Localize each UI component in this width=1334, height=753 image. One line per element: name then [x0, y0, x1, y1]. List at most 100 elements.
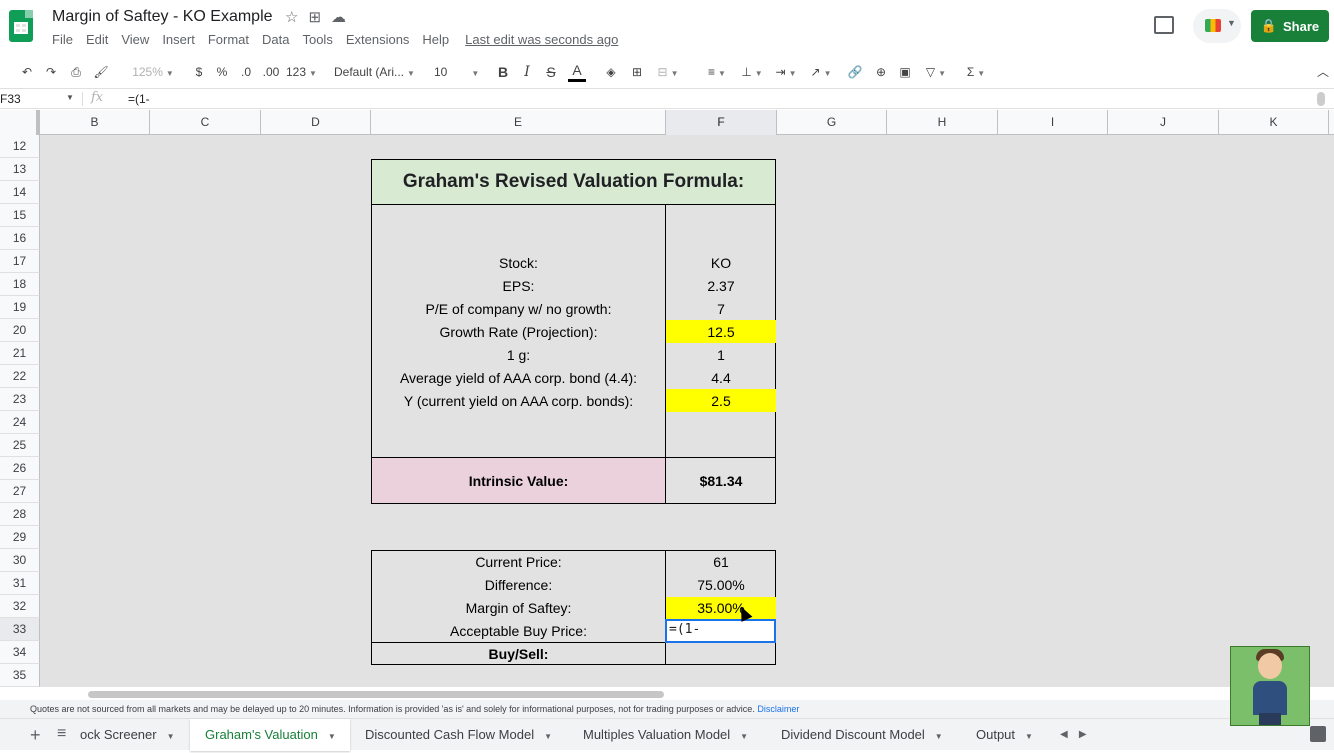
column-header-g[interactable]: G: [777, 110, 887, 135]
document-title[interactable]: Margin of Saftey - KO Example: [52, 8, 273, 26]
zoom-select[interactable]: 125% ▼: [128, 58, 178, 86]
move-folder-icon[interactable]: ⊞: [308, 8, 321, 26]
undo-icon[interactable]: ↶: [18, 58, 36, 86]
menu-view[interactable]: View: [121, 32, 149, 47]
menu-extensions[interactable]: Extensions: [346, 32, 410, 47]
filter-icon[interactable]: ▽ ▼: [920, 58, 952, 86]
input-label[interactable]: P/E of company w/ no growth:: [371, 301, 666, 317]
valuation-title[interactable]: Graham's Revised Valuation Formula:: [371, 159, 776, 205]
row-header[interactable]: 24: [0, 411, 40, 434]
explore-feedback-icon[interactable]: [1310, 726, 1326, 742]
margin-value[interactable]: 61: [666, 554, 776, 570]
star-icon[interactable]: ☆: [285, 8, 298, 26]
row-header[interactable]: 35: [0, 664, 40, 687]
input-label[interactable]: Y (current yield on AAA corp. bonds):: [371, 393, 666, 409]
row-header[interactable]: 33: [0, 618, 40, 641]
margin-label[interactable]: Acceptable Buy Price:: [371, 623, 666, 639]
menu-format[interactable]: Format: [208, 32, 249, 47]
margin-label[interactable]: Margin of Saftey:: [371, 600, 666, 616]
intrinsic-value[interactable]: $81.34: [666, 473, 776, 489]
print-icon[interactable]: ⎙: [67, 58, 85, 86]
text-rotation-icon[interactable]: ↗ ▼: [806, 58, 836, 86]
menu-edit[interactable]: Edit: [86, 32, 108, 47]
row-header[interactable]: 29: [0, 526, 40, 549]
column-header-d[interactable]: D: [261, 110, 371, 135]
column-header-h[interactable]: H: [887, 110, 998, 135]
input-value[interactable]: 1: [666, 347, 776, 363]
more-formats-button[interactable]: 123 ▼: [286, 58, 317, 86]
row-header[interactable]: 16: [0, 227, 40, 250]
horizontal-scrollbar[interactable]: [88, 691, 664, 698]
collapse-toolbar-icon[interactable]: ︿: [1316, 58, 1330, 86]
insert-comment-icon[interactable]: ⊕: [872, 58, 890, 86]
chevron-down-icon[interactable]: ▼: [66, 93, 74, 102]
margin-label[interactable]: Buy/Sell:: [371, 646, 666, 662]
row-header[interactable]: 12: [0, 135, 40, 158]
cloud-status-icon[interactable]: ☁: [331, 8, 346, 26]
redo-icon[interactable]: ↷: [42, 58, 60, 86]
row-header[interactable]: 22: [0, 365, 40, 388]
borders-icon[interactable]: ⊞: [628, 58, 646, 86]
sheets-logo-icon[interactable]: [9, 10, 33, 42]
formula-scrollbar[interactable]: [1317, 92, 1325, 106]
row-header[interactable]: 20: [0, 319, 40, 342]
name-box[interactable]: F33: [0, 92, 21, 106]
column-header-i[interactable]: I: [998, 110, 1108, 135]
row-header[interactable]: 28: [0, 503, 40, 526]
row-header[interactable]: 14: [0, 181, 40, 204]
disclaimer-link[interactable]: Disclaimer: [757, 704, 799, 714]
menu-insert[interactable]: Insert: [162, 32, 195, 47]
menu-tools[interactable]: Tools: [302, 32, 332, 47]
menu-help[interactable]: Help: [422, 32, 449, 47]
select-all-corner[interactable]: [0, 110, 40, 135]
input-value[interactable]: 12.5: [666, 324, 776, 340]
row-header[interactable]: 21: [0, 342, 40, 365]
tab-dividend-discount[interactable]: Dividend Discount Model ▼: [781, 719, 951, 751]
row-header[interactable]: 19: [0, 296, 40, 319]
input-label[interactable]: Average yield of AAA corp. bond (4.4):: [371, 370, 666, 386]
formula-input[interactable]: =(1-: [128, 92, 150, 106]
chevron-left-icon[interactable]: ◀: [1060, 729, 1068, 740]
column-header-e[interactable]: E: [371, 110, 666, 135]
input-label[interactable]: Stock:: [371, 255, 666, 271]
row-header[interactable]: 30: [0, 549, 40, 572]
row-header[interactable]: 32: [0, 595, 40, 618]
comment-history-icon[interactable]: [1154, 16, 1174, 34]
tab-scroll-arrows[interactable]: ◀ ▶: [1060, 719, 1087, 751]
input-value[interactable]: 2.37: [666, 278, 776, 294]
row-header[interactable]: 23: [0, 388, 40, 411]
last-edit-link[interactable]: Last edit was seconds ago: [465, 32, 618, 47]
horizontal-align-icon[interactable]: ≡ ▼: [702, 58, 732, 86]
row-header[interactable]: 31: [0, 572, 40, 595]
input-label[interactable]: Growth Rate (Projection):: [371, 324, 666, 340]
increase-decimal-button[interactable]: .00: [260, 58, 282, 86]
column-header-f[interactable]: F: [666, 110, 777, 135]
percent-format-button[interactable]: %: [214, 58, 230, 86]
chevron-right-icon[interactable]: ▶: [1079, 729, 1087, 740]
italic-button[interactable]: I: [520, 58, 534, 86]
column-header-b[interactable]: B: [40, 110, 150, 135]
margin-value[interactable]: 35.00%: [666, 600, 776, 616]
column-header-c[interactable]: C: [150, 110, 261, 135]
insert-link-icon[interactable]: 🔗: [846, 58, 864, 86]
font-size-select[interactable]: 10 ▼: [434, 58, 482, 86]
input-value[interactable]: KO: [666, 255, 776, 271]
tab-discounted-cash-flow[interactable]: Discounted Cash Flow Model ▼: [365, 719, 565, 751]
all-sheets-icon[interactable]: ≡: [57, 725, 66, 743]
paint-format-icon[interactable]: 🖌: [92, 58, 110, 86]
input-value[interactable]: 2.5: [666, 393, 776, 409]
input-label[interactable]: 1 g:: [371, 347, 666, 363]
row-header[interactable]: 15: [0, 204, 40, 227]
row-header[interactable]: 17: [0, 250, 40, 273]
currency-format-button[interactable]: $: [192, 58, 206, 86]
add-sheet-icon[interactable]: +: [30, 725, 41, 746]
column-header-j[interactable]: J: [1108, 110, 1219, 135]
decrease-decimal-button[interactable]: .0: [237, 58, 255, 86]
column-header-k[interactable]: K: [1219, 110, 1329, 135]
row-header[interactable]: 13: [0, 158, 40, 181]
tab-grahams-valuation[interactable]: Graham's Valuation ▼: [190, 719, 350, 751]
font-select[interactable]: Default (Ari... ▼: [334, 58, 416, 86]
row-header[interactable]: 25: [0, 434, 40, 457]
vertical-align-icon[interactable]: ⊥ ▼: [737, 58, 767, 86]
share-button[interactable]: 🔒 Share: [1251, 10, 1329, 42]
